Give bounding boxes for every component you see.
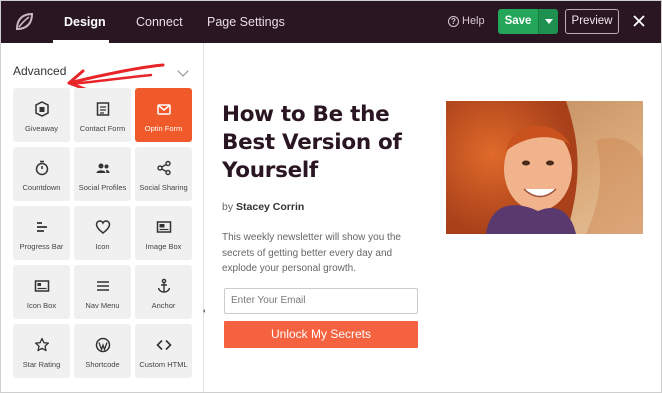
image-box-icon	[156, 221, 171, 233]
icon-box-icon	[34, 280, 49, 292]
block-label: Social Profiles	[78, 183, 127, 192]
block-custom-html[interactable]: Custom HTML	[135, 324, 192, 378]
heart-icon	[95, 220, 110, 234]
tab-design[interactable]: Design	[64, 1, 106, 43]
star-icon	[34, 337, 49, 352]
seedprod-logo-icon[interactable]	[11, 9, 37, 35]
block-icon-box[interactable]: Icon Box	[13, 265, 70, 319]
block-image-box[interactable]: Image Box	[135, 206, 192, 260]
anchor-icon	[157, 278, 170, 293]
social-profiles-icon	[96, 163, 109, 173]
headline[interactable]: How to Be the Best Version of Yourself	[222, 101, 432, 185]
progress-bar-icon	[36, 222, 47, 232]
block-label: Giveaway	[25, 124, 58, 133]
block-optin-form[interactable]: Optin Form	[135, 88, 192, 142]
byline-prefix: by	[222, 201, 234, 213]
block-label: Icon Box	[26, 301, 57, 310]
block-countdown[interactable]: Countdown	[13, 147, 70, 201]
block-label: Shortcode	[85, 360, 120, 369]
code-icon	[155, 339, 172, 351]
block-label: Custom HTML	[139, 360, 188, 369]
chevron-down-icon[interactable]	[177, 65, 189, 77]
block-label: Progress Bar	[19, 242, 64, 251]
block-label: Image Box	[145, 242, 182, 251]
block-anchor[interactable]: Anchor	[135, 265, 192, 319]
block-label: Star Rating	[22, 360, 61, 369]
share-icon	[156, 160, 171, 176]
block-icon[interactable]: Icon	[74, 206, 131, 260]
block-label: Nav Menu	[85, 301, 120, 310]
block-label: Social Sharing	[139, 183, 188, 192]
editor-window: Design Connect Page Settings ? Help Save…	[0, 0, 662, 393]
block-label: Anchor	[151, 301, 176, 310]
tab-page-settings[interactable]: Page Settings	[207, 1, 285, 43]
question-circle-icon: ?	[448, 15, 459, 27]
giveaway-icon	[34, 101, 49, 117]
tab-connect[interactable]: Connect	[136, 1, 183, 43]
byline[interactable]: by Stacey Corrin	[222, 201, 304, 213]
countdown-icon	[35, 160, 48, 176]
preview-button[interactable]: Preview	[565, 9, 619, 34]
menu-icon	[96, 281, 109, 291]
help-label: Help	[462, 15, 485, 27]
hero-photo[interactable]	[446, 101, 643, 234]
help-link[interactable]: ? Help	[448, 15, 485, 27]
block-social-sharing[interactable]: Social Sharing	[135, 147, 192, 201]
block-label: Icon	[95, 242, 110, 251]
save-dropdown-button[interactable]	[538, 9, 558, 34]
page-canvas: How to Be the Best Version of Yourself b…	[205, 43, 661, 392]
save-button[interactable]: Save	[498, 9, 538, 34]
block-label: Countdown	[22, 183, 61, 192]
red-arrow-annotation	[67, 63, 165, 91]
block-star-rating[interactable]: Star Rating	[13, 324, 70, 378]
top-bar: Design Connect Page Settings ? Help Save…	[1, 1, 661, 43]
block-social-profiles[interactable]: Social Profiles	[74, 147, 131, 201]
block-nav-menu[interactable]: Nav Menu	[74, 265, 131, 319]
contact-form-icon	[96, 102, 109, 116]
block-label: Contact Form	[79, 124, 126, 133]
author-name: Stacey Corrin	[236, 201, 305, 213]
block-label: Optin Form	[144, 124, 183, 133]
block-contact-form[interactable]: Contact Form	[74, 88, 131, 142]
wordpress-icon	[95, 337, 110, 353]
block-giveaway[interactable]: Giveaway	[13, 88, 70, 142]
close-icon[interactable]	[631, 13, 647, 29]
email-input[interactable]: Enter Your Email	[224, 288, 418, 314]
optin-form-icon	[156, 104, 171, 115]
description-text[interactable]: This weekly newsletter will show you the…	[222, 230, 422, 277]
unlock-secrets-button[interactable]: Unlock My Secrets	[224, 321, 418, 348]
block-progress-bar[interactable]: Progress Bar	[13, 206, 70, 260]
block-shortcode[interactable]: Shortcode	[74, 324, 131, 378]
section-title-advanced[interactable]: Advanced	[13, 64, 66, 78]
blocks-sidebar: Advanced Giveaway Contact Form Optin For…	[1, 43, 209, 392]
